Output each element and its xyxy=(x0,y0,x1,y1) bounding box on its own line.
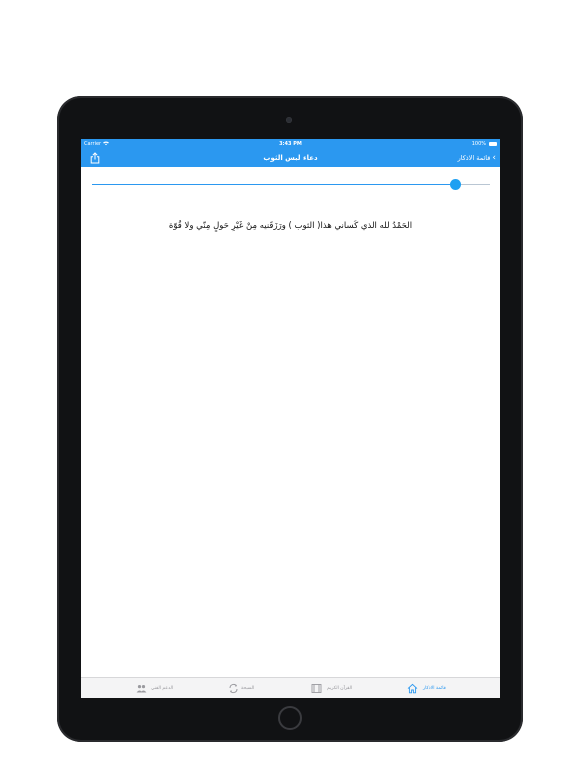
tab-support-label: الدعم الفني xyxy=(151,686,174,691)
tab-tasbih[interactable]: السبحة xyxy=(185,678,289,698)
tab-quran-label: القرآن الكريم xyxy=(327,686,353,691)
tab-support[interactable]: الدعم الفني xyxy=(81,678,185,698)
navigation-bar: دعاء لبس الثوب ›قائمة الاذكار xyxy=(81,149,500,167)
battery-percent: 100% xyxy=(471,141,486,147)
page-title: دعاء لبس الثوب xyxy=(263,154,318,162)
chevron-right-icon: › xyxy=(492,153,496,163)
slider-thumb[interactable] xyxy=(450,179,461,190)
home-button[interactable] xyxy=(278,706,302,730)
battery-icon xyxy=(489,142,497,146)
tab-adhkar[interactable]: قائمة الاذكار xyxy=(393,678,497,698)
app-screen: Carrier 3:43 PM 100% دعاء لبس الثوب ›قائ… xyxy=(81,139,500,698)
status-bar: Carrier 3:43 PM 100% xyxy=(81,139,500,149)
tab-quran[interactable]: القرآن الكريم xyxy=(289,678,393,698)
film-icon xyxy=(311,684,322,693)
tab-adhkar-label: قائمة الاذكار xyxy=(423,686,446,691)
people-icon xyxy=(136,685,147,693)
status-time: 3:43 PM xyxy=(279,141,302,147)
slider-fill xyxy=(92,184,455,185)
back-button[interactable]: ›قائمة الاذكار xyxy=(458,149,496,167)
back-button-label: قائمة الاذكار xyxy=(457,154,491,162)
camera-icon xyxy=(286,117,292,123)
dua-text: الحَمْدُ لله الذي كَساني هذا( الثوب ) ور… xyxy=(168,221,413,231)
audio-progress-slider[interactable] xyxy=(92,179,490,191)
home-icon xyxy=(407,683,418,694)
refresh-icon xyxy=(229,683,238,694)
tab-tasbih-label: السبحة xyxy=(241,686,255,691)
tab-bar: الدعم الفني السبحة القرآن الكريم قائمة ا… xyxy=(81,677,500,698)
